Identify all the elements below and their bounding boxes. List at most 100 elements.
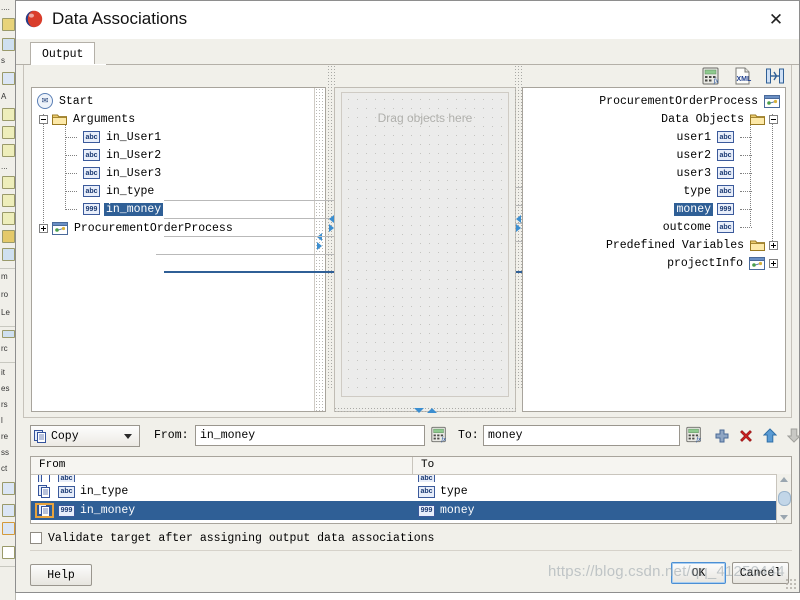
from-input[interactable] (195, 425, 425, 446)
tree-node-arguments[interactable]: Arguments (39, 110, 137, 128)
arrow-up-icon[interactable] (763, 428, 777, 443)
splitter-collapse-left-icon[interactable] (328, 215, 334, 223)
mappings-table[interactable]: From To abc abc abc in_type abc type 999… (30, 456, 792, 524)
from-expression-editor-icon[interactable]: fx (430, 426, 448, 443)
tree-node-label: Data Objects (661, 112, 744, 126)
tree-node-label: in_type (106, 184, 155, 198)
tree-node-in-user1[interactable]: abc in_User1 (65, 128, 163, 146)
tree-node-user3[interactable]: abc user3 (674, 164, 752, 182)
collapse-expander-icon[interactable] (39, 114, 48, 124)
scroll-left-icon[interactable] (316, 233, 322, 241)
tree-node-in-money[interactable]: 999 in_money (65, 200, 164, 218)
tree-node-predefined-variables[interactable]: Predefined Variables (604, 236, 778, 254)
collapse-expander-icon[interactable] (769, 114, 778, 124)
process-icon (749, 256, 765, 270)
splitter-collapse-left-icon[interactable] (515, 215, 521, 223)
table-cell-to-label: type (440, 485, 468, 498)
validate-option-row: Validate target after assigning output d… (30, 529, 792, 547)
chevron-down-icon (124, 433, 132, 439)
tree-guide (740, 155, 752, 157)
abc-icon: abc (717, 185, 734, 197)
scroll-up-icon[interactable] (778, 474, 790, 485)
mapping-connector (164, 218, 334, 219)
validate-checkbox[interactable] (30, 532, 42, 544)
expand-expander-icon[interactable] (39, 223, 48, 233)
scroll-down-icon[interactable] (778, 512, 790, 523)
tree-node-procurement-order-process[interactable]: ProcurementOrderProcess (597, 92, 780, 110)
drop-hint-label: Drag objects here (377, 111, 473, 125)
tree-node-label: user1 (676, 130, 711, 144)
folder-icon (52, 114, 67, 125)
mapping-connector-active (164, 271, 334, 273)
tree-node-in-user2[interactable]: abc in_User2 (65, 146, 163, 164)
help-button[interactable]: Help (30, 564, 92, 586)
splitter-up-icon[interactable] (426, 408, 437, 413)
tree-guide (65, 137, 77, 139)
table-row[interactable]: 999 in_money 999 money (31, 501, 791, 520)
horizontal-splitter[interactable] (334, 407, 516, 414)
tree-node-in-user3[interactable]: abc in_User3 (65, 164, 163, 182)
splitter-expand-right-icon[interactable] (515, 224, 521, 232)
splitter-down-icon[interactable] (413, 408, 424, 413)
table-scrollbar[interactable] (776, 474, 791, 523)
to-expression-editor-icon[interactable]: fx (685, 426, 703, 443)
tree-node-label: projectInfo (667, 256, 743, 270)
tree-node-money[interactable]: 999 money (674, 200, 752, 218)
tree-node-data-objects[interactable]: Data Objects (659, 110, 778, 128)
tree-guide (65, 155, 77, 157)
abc-icon: abc (83, 167, 100, 179)
close-icon[interactable]: ✕ (753, 1, 799, 38)
splitter-expand-right-icon[interactable] (328, 224, 334, 232)
tree-guide (740, 137, 752, 139)
expand-expander-icon[interactable] (769, 258, 778, 268)
tree-node-in-type[interactable]: abc in_type (65, 182, 156, 200)
source-tree-scrollbar[interactable] (314, 88, 325, 411)
to-input[interactable] (483, 425, 680, 446)
resize-grip[interactable] (785, 578, 797, 590)
copy-icon (35, 503, 54, 518)
arrow-down-icon[interactable] (787, 428, 800, 443)
operation-select[interactable]: Copy (30, 425, 140, 447)
tree-node-user1[interactable]: abc user1 (674, 128, 752, 146)
column-header-from[interactable]: From (31, 457, 413, 474)
tree-node-start[interactable]: ✉ Start (37, 92, 96, 110)
tree-node-label: in_User2 (106, 148, 162, 162)
tree-node-procurement-order-process[interactable]: ProcurementOrderProcess (39, 219, 235, 237)
number-icon: 999 (418, 504, 435, 517)
scrollbar-thumb[interactable] (777, 491, 791, 506)
expression-editor-icon[interactable]: fx (701, 67, 721, 85)
scroll-right-icon[interactable] (316, 242, 322, 250)
mapping-connector (164, 236, 334, 237)
mapping-canvas[interactable]: Drag objects here (334, 87, 516, 412)
target-tree[interactable]: ProcurementOrderProcess Data Objects abc… (522, 87, 786, 412)
validate-checkbox-label: Validate target after assigning output d… (48, 531, 435, 545)
tree-node-type[interactable]: abc type (681, 182, 752, 200)
copy-icon (36, 485, 53, 498)
xml-document-icon[interactable]: XML (733, 67, 753, 85)
folder-icon (750, 114, 765, 125)
tree-node-label: ProcurementOrderProcess (74, 221, 233, 235)
source-tree[interactable]: ✉ Start Arguments abc in_User1 abc in_Us… (31, 87, 326, 412)
tree-guide (740, 209, 752, 211)
column-header-to[interactable]: To (413, 457, 791, 474)
tree-node-label: Predefined Variables (605, 238, 744, 252)
table-header: From To (31, 457, 791, 475)
expand-expander-icon[interactable] (769, 240, 778, 250)
tree-node-user2[interactable]: abc user2 (674, 146, 752, 164)
panel-toolbar: fx XML (701, 67, 785, 85)
drop-target-area[interactable]: Drag objects here (341, 92, 509, 397)
tree-node-label: user3 (676, 166, 711, 180)
delete-x-icon[interactable] (739, 429, 753, 443)
plus-icon[interactable] (715, 429, 729, 443)
cancel-button[interactable]: Cancel (732, 562, 789, 584)
ok-button[interactable]: OK (671, 562, 726, 584)
tree-node-label: Start (59, 94, 94, 108)
tree-node-outcome[interactable]: abc outcome (661, 218, 752, 236)
tree-node-project-info[interactable]: projectInfo (665, 254, 778, 272)
table-row[interactable]: abc abc (31, 475, 791, 482)
auto-map-icon[interactable] (765, 67, 785, 85)
tree-guide (740, 173, 752, 175)
tab-output[interactable]: Output (30, 42, 96, 65)
right-splitter[interactable] (514, 65, 522, 390)
table-row[interactable]: abc in_type abc type (31, 482, 791, 501)
